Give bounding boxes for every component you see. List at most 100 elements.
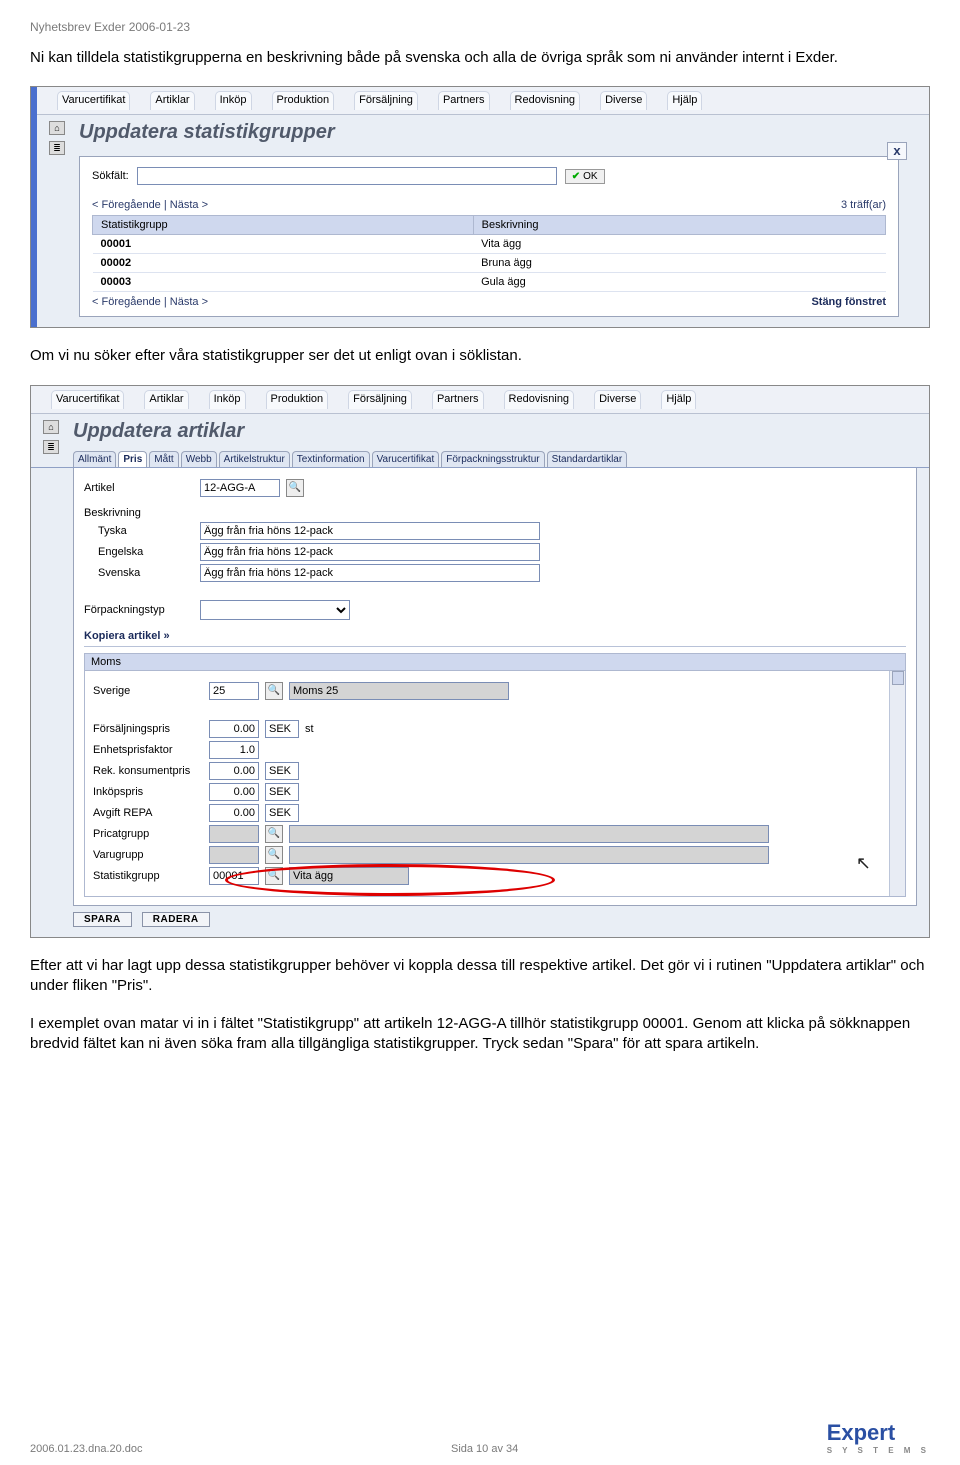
table-row[interactable]: 00003Gula ägg <box>93 273 886 292</box>
close-button[interactable]: x <box>887 142 907 160</box>
forsaljningspris-suffix: st <box>305 723 314 735</box>
search-icon[interactable]: 🔍 <box>265 846 283 864</box>
page-footer: 2006.01.23.dna.20.doc Sida 10 av 34 Expe… <box>30 1420 930 1455</box>
table-row[interactable]: 00002Bruna ägg <box>93 254 886 273</box>
paragraph-3: Efter att vi har lagt upp dessa statisti… <box>30 956 930 997</box>
scrollbar-thumb[interactable] <box>892 671 904 685</box>
desc-engelska-input[interactable] <box>200 543 540 561</box>
tab-produktion[interactable]: Produktion <box>266 390 329 409</box>
artikel-input[interactable] <box>200 479 280 497</box>
varugrupp-desc <box>289 846 769 864</box>
forsaljningspris-unit[interactable] <box>265 720 299 738</box>
subtab-webb[interactable]: Webb <box>181 451 217 467</box>
tab-diverse[interactable]: Diverse <box>600 91 647 110</box>
close-window-link[interactable]: Stäng fönstret <box>811 296 886 308</box>
avgift-repa-input[interactable] <box>209 804 259 822</box>
tab-diverse[interactable]: Diverse <box>594 390 641 409</box>
subtab-matt[interactable]: Mått <box>149 451 178 467</box>
divider <box>84 646 906 647</box>
avgift-repa-unit[interactable] <box>265 804 299 822</box>
subtab-forpackningsstruktur[interactable]: Förpackningsstruktur <box>441 451 544 467</box>
tab-forsaljning[interactable]: Försäljning <box>348 390 412 409</box>
inkopspris-input[interactable] <box>209 783 259 801</box>
page-title: Uppdatera statistikgrupper <box>79 121 917 144</box>
enhetsprisfaktor-input[interactable] <box>209 741 259 759</box>
forsaljningspris-input[interactable] <box>209 720 259 738</box>
paragraph-4: I exemplet ovan matar vi in i fältet "St… <box>30 1014 930 1055</box>
sub-tabs: Allmänt Pris Mått Webb Artikelstruktur T… <box>31 449 929 468</box>
logo-text: Expert <box>827 1420 895 1445</box>
statistikgrupp-desc <box>289 867 409 885</box>
tab-redovisning[interactable]: Redovisning <box>510 91 581 110</box>
beskrivning-label: Beskrivning <box>84 507 194 519</box>
desc-tyska-input[interactable] <box>200 522 540 540</box>
subtab-standardartiklar[interactable]: Standardartiklar <box>547 451 628 467</box>
statistikgrupp-label: Statistikgrupp <box>93 870 203 882</box>
search-icon[interactable]: 🔍 <box>265 825 283 843</box>
paragraph-intro: Ni kan tilldela statistikgrupperna en be… <box>30 48 930 68</box>
tab-hjalp[interactable]: Hjälp <box>661 390 696 409</box>
moms-value-input[interactable] <box>209 682 259 700</box>
footer-filename: 2006.01.23.dna.20.doc <box>30 1443 143 1455</box>
rek-konsumentpris-input[interactable] <box>209 762 259 780</box>
home-icon[interactable]: ⌂ <box>49 121 65 135</box>
tab-redovisning[interactable]: Redovisning <box>504 390 575 409</box>
col-beskrivning[interactable]: Beskrivning <box>473 216 885 235</box>
subtab-allmant[interactable]: Allmänt <box>73 451 116 467</box>
doc-header-meta: Nyhetsbrev Exder 2006-01-23 <box>30 20 930 34</box>
forpackningstyp-select[interactable] <box>200 600 350 620</box>
cell-desc: Gula ägg <box>473 273 885 292</box>
col-statistikgrupp[interactable]: Statistikgrupp <box>93 216 474 235</box>
search-label: Sökfält: <box>92 170 129 182</box>
tab-varucertifikat[interactable]: Varucertifikat <box>57 91 130 110</box>
table-row[interactable]: 00001Vita ägg <box>93 235 886 254</box>
tab-artiklar[interactable]: Artiklar <box>150 91 194 110</box>
form-area: Artikel 🔍 Beskrivning Tyska Engelska Sve… <box>73 468 917 906</box>
subtab-textinformation[interactable]: Textinformation <box>292 451 370 467</box>
search-icon[interactable]: 🔍 <box>286 479 304 497</box>
save-button[interactable]: SPARA <box>73 912 132 927</box>
rek-konsumentpris-unit[interactable] <box>265 762 299 780</box>
desc-svenska-input[interactable] <box>200 564 540 582</box>
pricatgrupp-label: Pricatgrupp <box>93 828 203 840</box>
expert-systems-logo: Expert S Y S T E M S <box>827 1420 930 1455</box>
varugrupp-input[interactable] <box>209 846 259 864</box>
ok-button[interactable]: ✔OK <box>565 169 605 184</box>
delete-button[interactable]: RADERA <box>142 912 210 927</box>
cell-code: 00002 <box>93 254 474 273</box>
tab-varucertifikat[interactable]: Varucertifikat <box>51 390 124 409</box>
search-icon[interactable]: 🔍 <box>265 682 283 700</box>
button-bar: SPARA RADERA <box>73 912 917 927</box>
tab-inkop[interactable]: Inköp <box>209 390 246 409</box>
check-icon: ✔ <box>572 171 580 182</box>
pricatgrupp-input[interactable] <box>209 825 259 843</box>
subtab-pris[interactable]: Pris <box>118 451 147 467</box>
home-icon[interactable]: ⌂ <box>43 420 59 434</box>
tab-produktion[interactable]: Produktion <box>272 91 335 110</box>
cell-code: 00001 <box>93 235 474 254</box>
pager-prev-next[interactable]: < Föregående | Nästa > <box>92 199 208 211</box>
page-title-2: Uppdatera artiklar <box>73 420 917 443</box>
varugrupp-label: Varugrupp <box>93 849 203 861</box>
tab-partners[interactable]: Partners <box>432 390 484 409</box>
kopiera-artikel-link[interactable]: Kopiera artikel » <box>84 630 906 642</box>
paragraph-2: Om vi nu söker efter våra statistikgrupp… <box>30 346 930 366</box>
inkopspris-unit[interactable] <box>265 783 299 801</box>
tab-forsaljning[interactable]: Försäljning <box>354 91 418 110</box>
pager-prev-next-bottom[interactable]: < Föregående | Nästa > <box>92 296 208 308</box>
tab-artiklar[interactable]: Artiklar <box>144 390 188 409</box>
search-input[interactable] <box>137 167 557 185</box>
search-icon[interactable]: 🔍 <box>265 867 283 885</box>
subtab-artikelstruktur[interactable]: Artikelstruktur <box>219 451 290 467</box>
tab-hjalp[interactable]: Hjälp <box>667 91 702 110</box>
tab-inkop[interactable]: Inköp <box>215 91 252 110</box>
ok-button-label: OK <box>583 171 597 182</box>
logo-subtext: S Y S T E M S <box>827 1446 930 1455</box>
scrollbar[interactable] <box>889 671 905 896</box>
list-icon[interactable]: ≣ <box>43 440 59 454</box>
rek-konsumentpris-label: Rek. konsumentpris <box>93 765 203 777</box>
list-icon[interactable]: ≣ <box>49 141 65 155</box>
subtab-varucertifikat[interactable]: Varucertifikat <box>372 451 440 467</box>
statistikgrupp-input[interactable] <box>209 867 259 885</box>
tab-partners[interactable]: Partners <box>438 91 490 110</box>
